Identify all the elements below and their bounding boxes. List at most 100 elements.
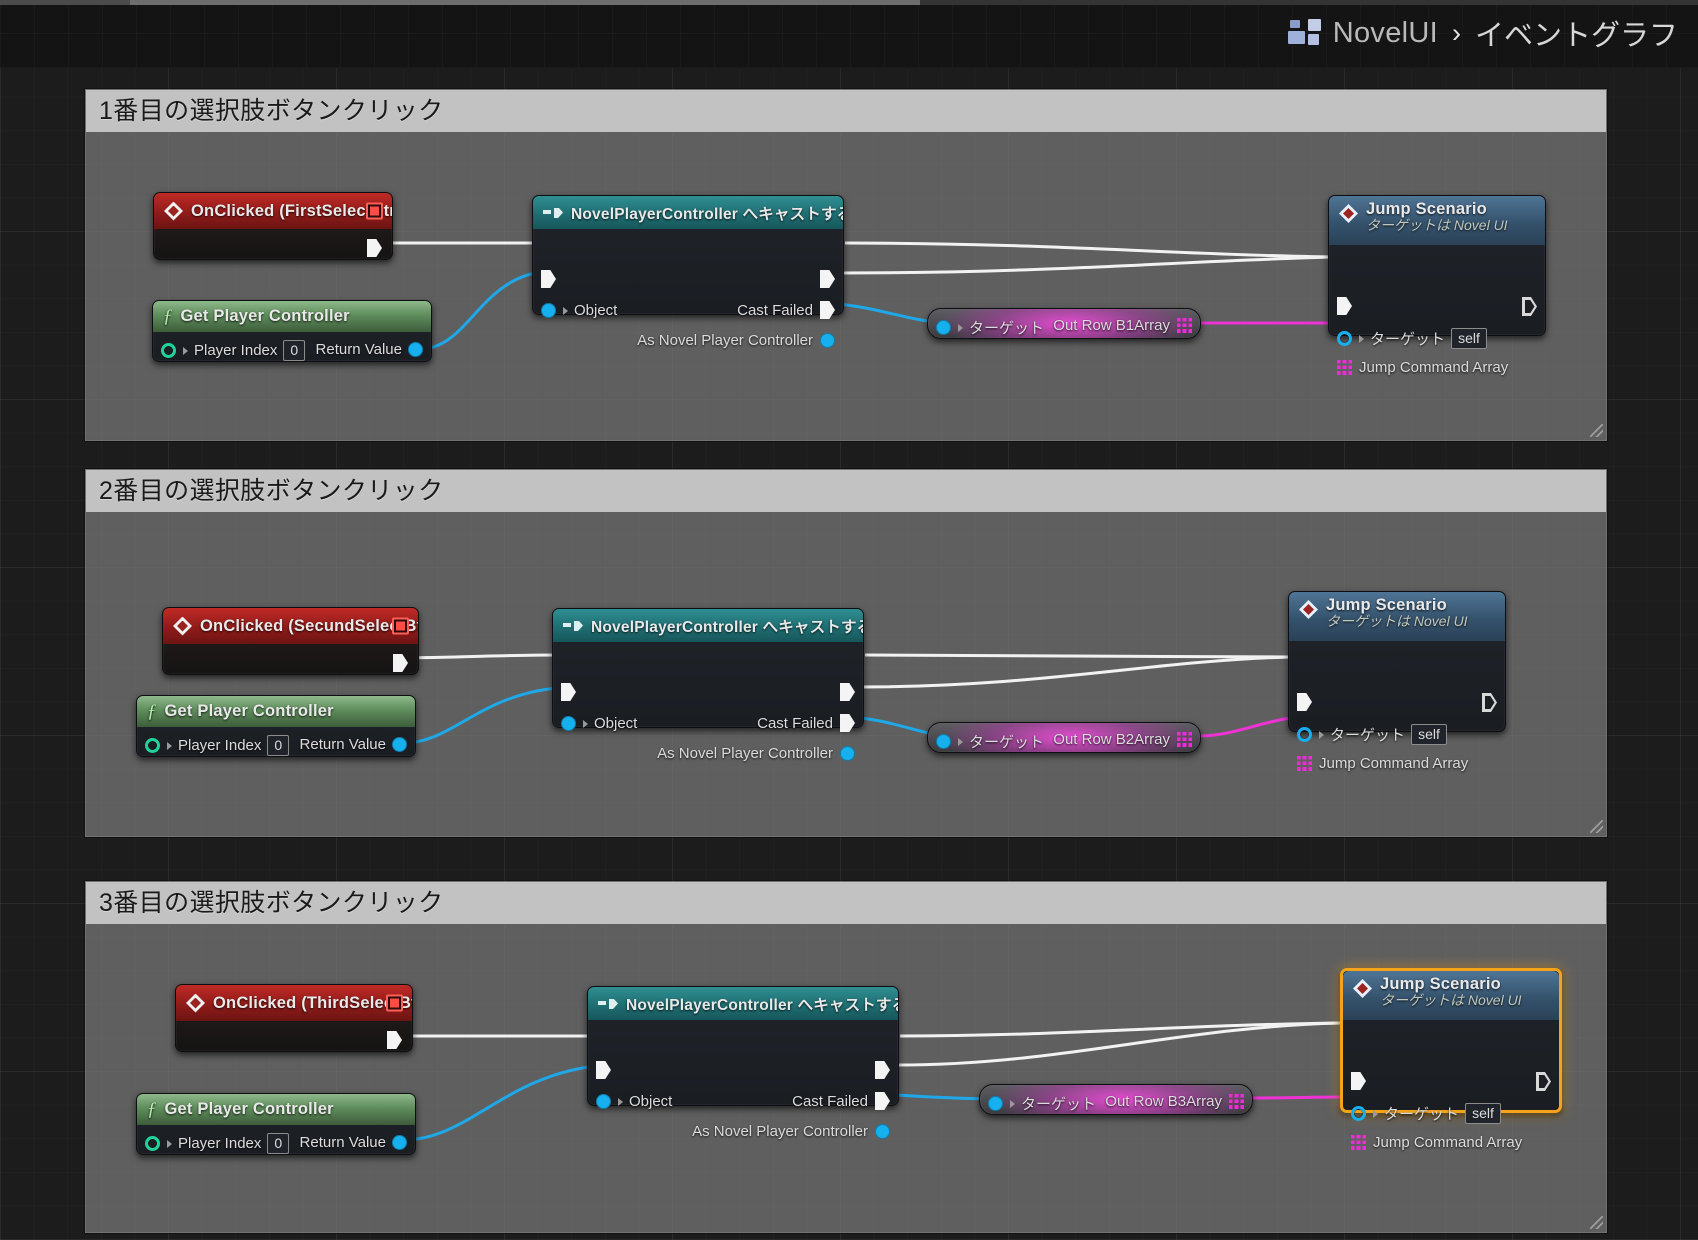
cast-node-1[interactable]: NovelPlayerController へキャストする Object Cas… (532, 195, 844, 349)
get-player-controller-node-1[interactable]: ƒ Get Player Controller Player Index 0 R… (152, 300, 432, 362)
jump-command-array-pin-2[interactable]: Jump Command Array (1297, 755, 1468, 772)
cast-exec-out-pin[interactable] (840, 683, 855, 701)
event-node-first-select[interactable]: OnClicked (FirstSelectBtn) (153, 192, 393, 260)
blueprint-icon (1287, 18, 1322, 48)
jump-target-value[interactable]: self (1451, 328, 1488, 349)
cast-exec-out-pin[interactable] (875, 1061, 890, 1079)
exec-pin-icon (367, 239, 382, 257)
exec-out-pin[interactable] (367, 239, 382, 257)
variable-output-pin-2[interactable]: Out Row B2Array (1053, 731, 1192, 748)
cast-node-3[interactable]: NovelPlayerController へキャストする Object Cas… (587, 986, 899, 1140)
comment-resize-handle[interactable] (1590, 424, 1603, 437)
jump-scenario-node-1[interactable]: Jump Scenario ターゲットは Novel UI ターゲット self (1328, 195, 1546, 376)
function-node-header: ƒ Get Player Controller (137, 696, 415, 727)
jump-exec-in-pin-1[interactable] (1337, 297, 1352, 315)
cast-as-output-pin[interactable]: As Novel Player Controller (657, 745, 855, 762)
comment-title-3: 3番目の選択肢ボタンクリック (86, 882, 1606, 924)
event-node-third-select[interactable]: OnClicked (ThirdSelectBtn) (175, 984, 413, 1052)
variable-target-input-pin-2[interactable]: ターゲット (936, 731, 1044, 752)
breadcrumb[interactable]: NovelUI › イベントグラフ (1287, 12, 1678, 54)
cast-arrow-icon (598, 998, 618, 1010)
cast-as-output-pin[interactable]: As Novel Player Controller (637, 332, 835, 349)
comment-resize-handle[interactable] (1590, 1216, 1603, 1229)
out-row-b3array-node[interactable]: ターゲット Out Row B3Array (979, 1084, 1253, 1115)
cast-exec-in-pin[interactable] (561, 683, 576, 701)
variable-target-input-pin-1[interactable]: ターゲット (936, 317, 1044, 338)
object-pin-icon (392, 1135, 407, 1150)
variable-target-label: ターゲット (969, 320, 1045, 337)
return-value-label: Return Value (299, 736, 386, 753)
variable-output-label: Out Row B1Array (1053, 317, 1170, 334)
cast-object-input-pin[interactable]: Object (596, 1093, 672, 1110)
exec-out-pin[interactable] (393, 654, 408, 672)
return-value-output-pin[interactable]: Return Value (300, 1134, 407, 1151)
player-index-input-pin[interactable]: Player Index 0 (161, 340, 306, 361)
breadcrumb-root[interactable]: NovelUI (1333, 17, 1438, 50)
window-chrome-sliver (0, 0, 1698, 5)
return-value-output-pin[interactable]: Return Value (300, 736, 407, 753)
exec-pin-icon (1297, 693, 1312, 711)
cast-exec-in-pin[interactable] (541, 270, 556, 288)
chevron-right-icon: › (1451, 17, 1461, 48)
array-pin-icon (1337, 360, 1352, 375)
jump-target-pin-1[interactable]: ターゲット self (1337, 328, 1488, 349)
jump-exec-in-pin-2[interactable] (1297, 693, 1312, 711)
function-diamond-icon (1353, 979, 1372, 998)
stop-record-icon[interactable] (386, 994, 403, 1012)
jump-scenario-node-2[interactable]: Jump Scenario ターゲットは Novel UI ターゲット self (1288, 591, 1506, 772)
exec-pin-icon (561, 683, 576, 701)
object-pin-icon (541, 303, 556, 318)
comment-resize-handle[interactable] (1590, 820, 1603, 833)
cast-object-input-pin[interactable]: Object (561, 715, 637, 732)
cast-object-input-pin[interactable]: Object (541, 302, 617, 319)
player-index-value[interactable]: 0 (267, 735, 290, 756)
cast-failed-label: Cast Failed (737, 301, 813, 319)
variable-output-pin-3[interactable]: Out Row B3Array (1105, 1093, 1244, 1110)
player-index-value[interactable]: 0 (267, 1133, 290, 1154)
jump-target-pin-3[interactable]: ターゲット self (1351, 1103, 1502, 1124)
player-index-input-pin[interactable]: Player Index 0 (145, 735, 290, 756)
cast-failed-output-pin[interactable]: Cast Failed (792, 1092, 890, 1110)
player-index-input-pin[interactable]: Player Index 0 (145, 1133, 290, 1154)
jump-command-array-pin-1[interactable]: Jump Command Array (1337, 359, 1508, 376)
pin-arrow-icon (167, 741, 172, 750)
pin-arrow-icon (958, 737, 963, 746)
jump-exec-in-pin-3[interactable] (1351, 1072, 1366, 1090)
event-node-secund-select[interactable]: OnClicked (SecundSelectBtn) (162, 607, 419, 675)
jump-scenario-node-3[interactable]: Jump Scenario ターゲットは Novel UI ターゲット self (1340, 968, 1562, 1151)
function-node-title: Get Player Controller (180, 307, 350, 325)
cast-exec-in-pin[interactable] (596, 1061, 611, 1079)
jump-command-array-label: Jump Command Array (1319, 755, 1469, 772)
pin-arrow-icon (1373, 1109, 1378, 1118)
out-row-b1array-node[interactable]: ターゲット Out Row B1Array (927, 308, 1201, 339)
breadcrumb-leaf[interactable]: イベントグラフ (1475, 12, 1678, 54)
cast-object-label: Object (629, 1093, 673, 1110)
graph-canvas[interactable]: 1番目の選択肢ボタンクリック OnClicked (FirstSelectBtn… (0, 5, 1698, 1240)
event-node-title: OnClicked (ThirdSelectBtn) (213, 993, 412, 1012)
get-player-controller-node-3[interactable]: ƒ Get Player Controller Player Index 0 R… (136, 1093, 416, 1155)
cast-as-output-pin[interactable]: As Novel Player Controller (692, 1123, 890, 1140)
event-node-header: OnClicked (ThirdSelectBtn) (176, 985, 412, 1021)
jump-target-value[interactable]: self (1465, 1103, 1502, 1124)
array-pin-icon (1297, 756, 1312, 771)
cast-failed-output-pin[interactable]: Cast Failed (757, 714, 855, 732)
jump-exec-out-pin-2[interactable] (1482, 693, 1497, 712)
variable-target-input-pin-3[interactable]: ターゲット (988, 1093, 1096, 1114)
jump-exec-out-pin-1[interactable] (1522, 297, 1537, 316)
jump-target-pin-2[interactable]: ターゲット self (1297, 724, 1448, 745)
stop-record-icon[interactable] (392, 617, 409, 635)
cast-node-2[interactable]: NovelPlayerController へキャストする Object Cas… (552, 608, 864, 762)
cast-exec-out-pin[interactable] (820, 270, 835, 288)
player-index-value[interactable]: 0 (283, 340, 306, 361)
stop-record-icon[interactable] (366, 202, 383, 220)
variable-output-pin-1[interactable]: Out Row B1Array (1053, 317, 1192, 334)
exec-pin-icon (1337, 297, 1352, 315)
out-row-b2array-node[interactable]: ターゲット Out Row B2Array (927, 722, 1201, 753)
jump-exec-out-pin-3[interactable] (1536, 1072, 1551, 1091)
jump-target-value[interactable]: self (1411, 724, 1448, 745)
get-player-controller-node-2[interactable]: ƒ Get Player Controller Player Index 0 R… (136, 695, 416, 757)
exec-out-pin[interactable] (387, 1031, 402, 1049)
return-value-output-pin[interactable]: Return Value (316, 341, 423, 358)
jump-command-array-pin-3[interactable]: Jump Command Array (1351, 1134, 1522, 1151)
cast-failed-output-pin[interactable]: Cast Failed (737, 301, 835, 319)
